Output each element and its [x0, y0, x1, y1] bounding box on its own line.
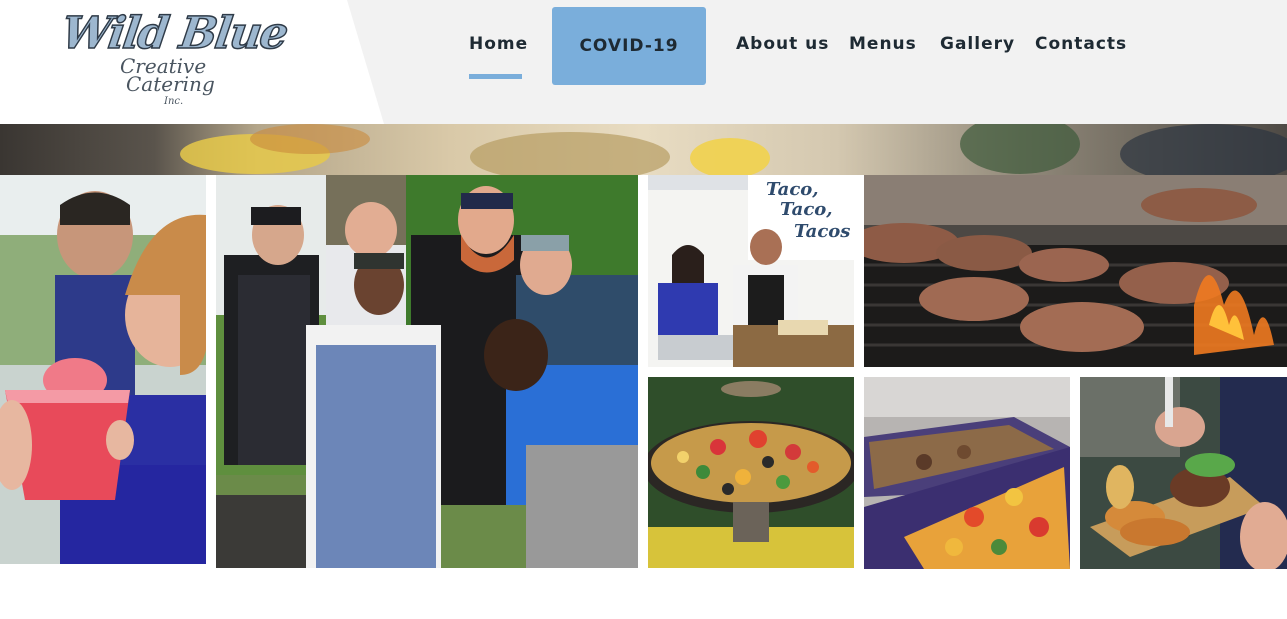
nav-about-us[interactable]: About us	[736, 34, 829, 54]
nav-active-indicator	[469, 74, 522, 79]
hero-banner-image	[0, 124, 1287, 175]
gallery-photo-chef-team[interactable]	[216, 175, 638, 568]
taco-sign-line3: Tacos	[794, 221, 850, 242]
taco-sign-line1: Taco,	[766, 179, 819, 200]
gallery-photo-plated-food[interactable]	[1080, 377, 1287, 569]
nav-covid-19[interactable]: COVID-19	[552, 7, 706, 85]
site-header: Wild Blue Creative Catering Inc. Home CO…	[0, 0, 1287, 124]
main-nav: Home COVID-19 About us Menus Gallery Con…	[0, 0, 1287, 124]
nav-home[interactable]: Home	[469, 34, 528, 54]
nav-contacts[interactable]: Contacts	[1035, 34, 1127, 54]
gallery-photo-grill[interactable]	[864, 175, 1287, 367]
gallery-photo-buffet[interactable]	[864, 377, 1070, 569]
gallery-photo-drink[interactable]	[0, 175, 206, 564]
taco-sign-line2: Taco,	[780, 199, 833, 220]
nav-gallery[interactable]: Gallery	[940, 34, 1015, 54]
gallery-photo-paella[interactable]	[648, 377, 854, 568]
nav-menus[interactable]: Menus	[849, 34, 917, 54]
gallery-photo-taco-stand[interactable]: Taco, Taco, Tacos	[648, 175, 854, 367]
